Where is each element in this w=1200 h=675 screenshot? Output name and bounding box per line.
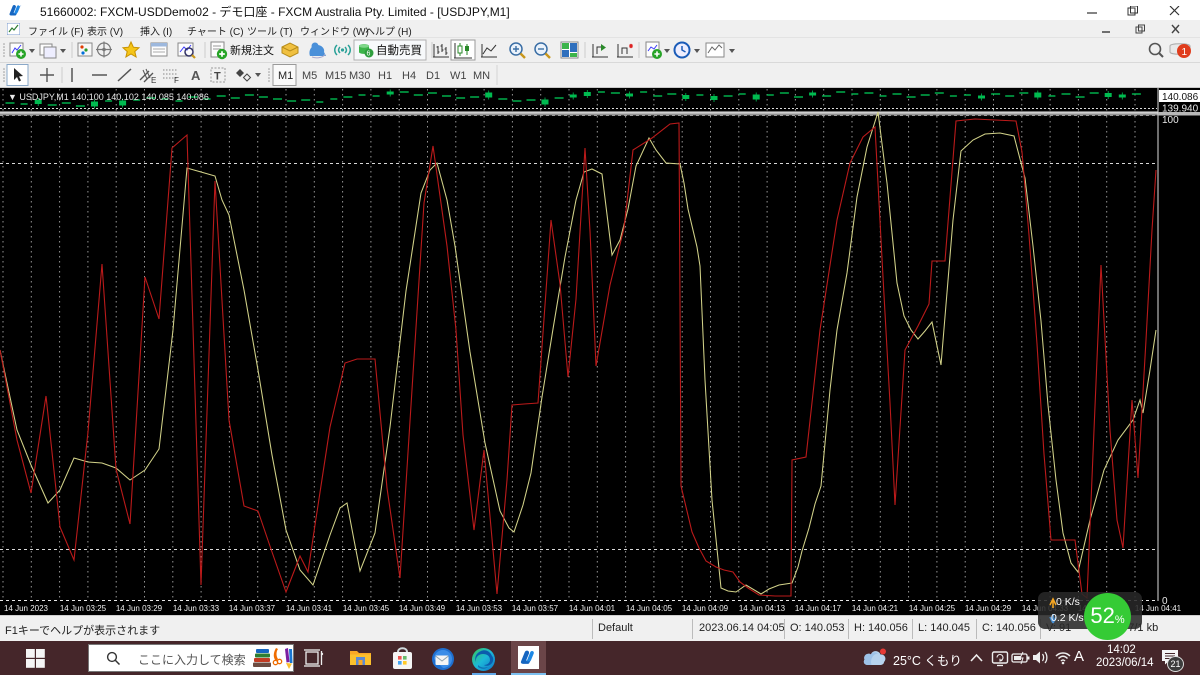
svg-text:自動売買: 自動売買 <box>376 43 422 57</box>
svg-text:14 Jun 03:49: 14 Jun 03:49 <box>399 604 446 613</box>
svg-text:14 Jun 04:01: 14 Jun 04:01 <box>569 604 616 613</box>
svg-text:D1: D1 <box>426 70 440 82</box>
svg-text:14 Jun 04:05: 14 Jun 04:05 <box>626 604 673 613</box>
svg-text:14 Jun 04:25: 14 Jun 04:25 <box>909 604 956 613</box>
svg-text:1: 1 <box>1182 47 1188 58</box>
svg-text:14 Jun 04:09: 14 Jun 04:09 <box>682 604 729 613</box>
svg-text:M15: M15 <box>325 70 346 82</box>
svg-text:H1: H1 <box>378 70 392 82</box>
svg-text:14 Jun 04:13: 14 Jun 04:13 <box>739 604 786 613</box>
svg-text:100: 100 <box>1162 115 1179 126</box>
svg-text:14 Jun 04:17: 14 Jun 04:17 <box>795 604 842 613</box>
svg-text:新規注文: 新規注文 <box>230 43 274 57</box>
svg-text:14 Jun 03:57: 14 Jun 03:57 <box>512 604 559 613</box>
svg-text:M5: M5 <box>302 70 317 82</box>
svg-text:E: E <box>151 76 156 85</box>
svg-text:MN: MN <box>473 70 490 82</box>
svg-text:M30: M30 <box>349 70 370 82</box>
svg-text:14 Jun 2023: 14 Jun 2023 <box>4 604 49 613</box>
svg-text:W1: W1 <box>450 70 467 82</box>
svg-text:A: A <box>191 68 201 83</box>
svg-text:F: F <box>174 76 179 85</box>
svg-text:14 Jun 04:29: 14 Jun 04:29 <box>965 604 1012 613</box>
svg-text:14 Jun 03:53: 14 Jun 03:53 <box>456 604 503 613</box>
svg-text:M1: M1 <box>278 70 293 82</box>
svg-text:140.086: 140.086 <box>1162 92 1199 103</box>
svg-text:H4: H4 <box>402 70 416 82</box>
svg-text:14 Jun 03:45: 14 Jun 03:45 <box>343 604 390 613</box>
svg-text:14 Jun 04:21: 14 Jun 04:21 <box>852 604 899 613</box>
svg-text:14 Jun 03:25: 14 Jun 03:25 <box>60 604 107 613</box>
svg-text:▼ USDJPY,M1 140.100 140.102 14: ▼ USDJPY,M1 140.100 140.102 140.085 140.… <box>8 92 209 102</box>
svg-text:14 Jun 03:37: 14 Jun 03:37 <box>229 604 276 613</box>
svg-text:14 Jun 03:33: 14 Jun 03:33 <box>173 604 220 613</box>
svg-text:T: T <box>214 71 221 83</box>
svg-text:14 Jun 03:29: 14 Jun 03:29 <box>116 604 163 613</box>
svg-text:14 Jun 03:41: 14 Jun 03:41 <box>286 604 333 613</box>
svg-text:6: 6 <box>367 51 371 58</box>
